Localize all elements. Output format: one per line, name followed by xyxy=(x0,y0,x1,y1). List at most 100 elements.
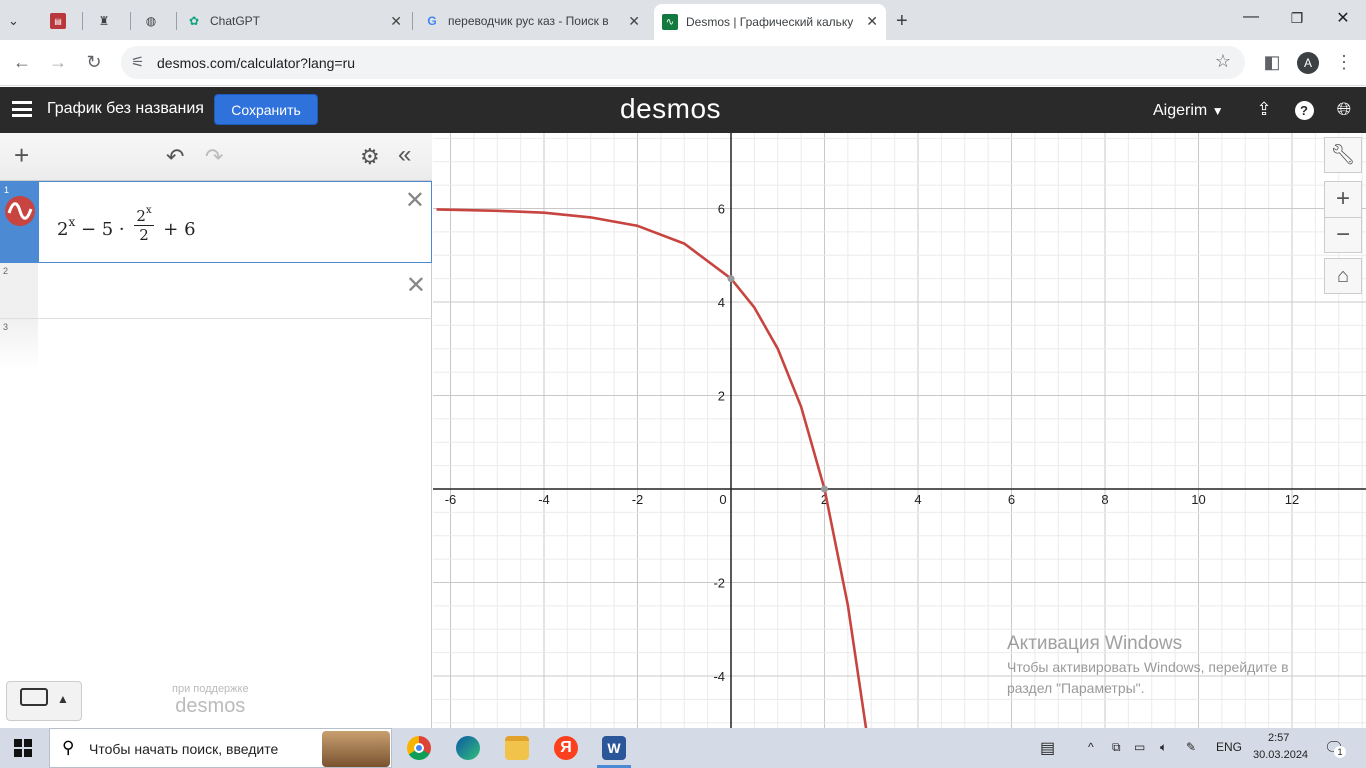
word-taskbar-icon[interactable]: W xyxy=(602,736,626,760)
windows-activation-text: Чтобы активировать Windows, перейдите в … xyxy=(1007,659,1289,696)
language-indicator[interactable]: ENG xyxy=(1216,740,1242,754)
settings-gear-icon[interactable]: ⚙ xyxy=(360,144,380,170)
pen-icon[interactable]: ✎ xyxy=(1186,740,1196,754)
tab-label: ChatGPT xyxy=(210,14,261,28)
edge-taskbar-icon[interactable] xyxy=(456,736,480,760)
zoom-in-icon[interactable]: + xyxy=(1324,181,1362,217)
collapse-panel-icon[interactable]: « xyxy=(398,141,411,169)
back-icon[interactable]: ← xyxy=(10,52,34,73)
y-tick-label: 4 xyxy=(718,295,725,310)
volume-icon[interactable]: 🔈︎ xyxy=(1160,740,1167,755)
expression-row[interactable]: 1 2x − 5 · 2x 2 + 6 ✕ xyxy=(0,181,432,263)
x-tick-label: 6 xyxy=(1008,492,1015,507)
reload-icon[interactable]: ↻ xyxy=(82,52,106,73)
tray-overflow-icon[interactable]: ^ xyxy=(1088,740,1094,754)
keyboard-toggle-button[interactable]: ▲ xyxy=(6,681,82,721)
save-button[interactable]: Сохранить xyxy=(214,94,318,125)
side-panel-icon[interactable]: ◧ xyxy=(1260,52,1284,73)
default-viewport-home-icon[interactable]: ⌂ xyxy=(1324,258,1362,294)
graph-paper[interactable]: -6 -4 -2 0 2 4 6 8 10 12 6 4 2 -2 -4 xyxy=(433,133,1366,728)
caret-up-icon: ▲ xyxy=(57,692,69,706)
powered-by-label: при поддержке xyxy=(172,683,249,695)
menu-icon[interactable]: ⋮ xyxy=(1332,52,1356,73)
file-explorer-taskbar-icon[interactable] xyxy=(505,736,529,760)
graph-color-icon[interactable] xyxy=(5,196,35,226)
close-icon[interactable]: ✕ xyxy=(628,13,640,30)
user-menu[interactable]: Aigerim ▼ xyxy=(1153,102,1224,120)
ntc-favicon-icon: ▤ xyxy=(50,13,66,29)
close-icon[interactable]: ✕ xyxy=(866,13,878,30)
forward-icon[interactable]: → xyxy=(46,52,70,73)
bookmark-star-icon[interactable]: ☆ xyxy=(1215,51,1231,72)
tab-desmos[interactable]: ∿ Desmos | Графический кальку ✕ xyxy=(654,4,886,40)
notification-count: 1 xyxy=(1334,746,1346,758)
expression-row[interactable]: 3 xyxy=(0,319,432,369)
address-bar[interactable]: ⚟ desmos.com/calculator?lang=ru ☆ xyxy=(121,46,1245,79)
news-widget-icon[interactable]: ▤ xyxy=(1040,738,1055,758)
x-tick-label: -6 xyxy=(445,492,457,507)
windows-start-icon[interactable] xyxy=(14,739,32,757)
profile-avatar[interactable]: A xyxy=(1297,52,1319,74)
graph-canvas[interactable]: -6 -4 -2 0 2 4 6 8 10 12642-2-4 xyxy=(433,133,1366,728)
chrome-taskbar-icon[interactable] xyxy=(407,736,431,760)
address-url[interactable]: desmos.com/calculator?lang=ru xyxy=(157,55,355,71)
language-globe-icon[interactable]: 🌐︎ xyxy=(1333,99,1355,120)
y-tick-label: 6 xyxy=(718,202,725,217)
delete-expression-icon[interactable]: ✕ xyxy=(406,271,426,300)
expression-math[interactable]: 2x − 5 · 2x 2 + 6 xyxy=(57,205,196,250)
x-tick-label: 0 xyxy=(719,492,726,507)
tab-strip: ⌄ ▤ ♜ ◍ ✿ ChatGPT ✕ G переводчик рус каз… xyxy=(0,0,1366,40)
hamburger-menu-icon[interactable] xyxy=(12,101,32,117)
expression-row[interactable]: 2 ✕ xyxy=(0,263,432,319)
delete-expression-icon[interactable]: ✕ xyxy=(405,186,425,215)
desmos-logo: desmos xyxy=(620,93,722,124)
desmos-header: График без названия Сохранить desmos Aig… xyxy=(0,87,1366,133)
tab-label: переводчик рус каз - Поиск в xyxy=(448,14,609,28)
zoom-out-icon[interactable]: − xyxy=(1324,217,1362,253)
clock-time[interactable]: 2:57 xyxy=(1268,732,1289,744)
x-tick-label: 10 xyxy=(1191,492,1205,507)
chatgpt-favicon-icon: ✿ xyxy=(188,14,200,28)
close-window-icon[interactable]: ✕ xyxy=(1320,8,1366,28)
share-icon[interactable]: ⇪ xyxy=(1253,99,1275,120)
help-icon[interactable]: ? xyxy=(1293,99,1315,120)
clock-date[interactable]: 30.03.2024 xyxy=(1253,749,1308,761)
expression-gutter: 3 xyxy=(0,319,38,369)
globe-favicon-icon: ◍ xyxy=(145,14,157,28)
x-intercept-point xyxy=(821,485,828,493)
taskbar-search-placeholder: Чтобы начать поиск, введите xyxy=(89,741,279,757)
x-tick-label: 12 xyxy=(1285,492,1299,507)
restore-icon[interactable]: ❐ xyxy=(1274,10,1320,27)
expression-panel: + ↶ ↷ ⚙ « 1 2x − 5 · 2x 2 + 6 ✕ 2 ✕ 3 ▲ … xyxy=(0,133,432,728)
tab-search-button[interactable]: ⌄ xyxy=(8,6,32,36)
search-highlight-image xyxy=(322,731,390,767)
function-curve xyxy=(436,208,868,728)
new-tab-button[interactable]: + xyxy=(896,6,920,36)
tab-label: Desmos | Графический кальку xyxy=(686,15,854,29)
redo-icon[interactable]: ↷ xyxy=(205,144,223,170)
tab-3[interactable]: ◍ xyxy=(143,6,167,36)
windows-activation-title: Активация Windows xyxy=(1007,633,1183,654)
chevron-down-icon: ⌄ xyxy=(8,13,19,28)
minimize-icon[interactable]: — xyxy=(1228,8,1274,26)
add-item-icon[interactable]: + xyxy=(14,140,29,171)
tab-google[interactable]: G переводчик рус каз - Поиск в ✕ xyxy=(424,6,648,36)
undo-icon[interactable]: ↶ xyxy=(166,144,184,170)
user-name: Aigerim xyxy=(1153,102,1208,119)
site-settings-icon[interactable]: ⚟ xyxy=(131,53,144,71)
network-icon[interactable]: ⧉ xyxy=(1112,740,1121,755)
tab-1[interactable]: ▤ xyxy=(50,6,74,36)
powered-by-logo: desmos xyxy=(175,695,246,717)
close-icon[interactable]: ✕ xyxy=(390,13,402,30)
graph-settings-wrench-icon[interactable]: 🔧︎ xyxy=(1324,137,1362,173)
battery-icon[interactable]: ▭ xyxy=(1134,740,1145,754)
y-tick-label: -4 xyxy=(713,669,725,684)
desmos-favicon-icon: ∿ xyxy=(662,14,678,30)
x-tick-label: 8 xyxy=(1101,492,1108,507)
notifications-icon[interactable]: 🗨︎1 xyxy=(1324,738,1346,758)
graph-title[interactable]: График без названия xyxy=(47,100,204,118)
taskbar-search[interactable]: ⚲ Чтобы начать поиск, введите xyxy=(49,728,392,768)
yandex-taskbar-icon[interactable]: Я xyxy=(554,736,578,760)
tab-2[interactable]: ♜ xyxy=(96,6,120,36)
tab-chatgpt[interactable]: ✿ ChatGPT ✕ xyxy=(186,6,410,36)
